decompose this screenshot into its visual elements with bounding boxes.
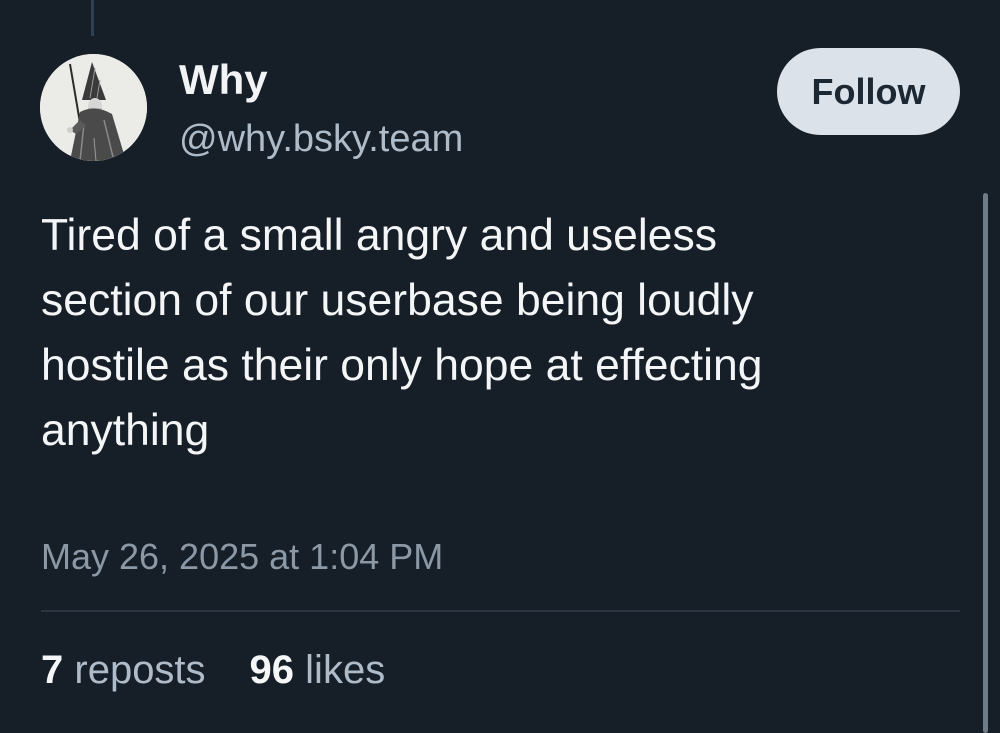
reposts-stat[interactable]: 7 reposts	[41, 645, 206, 695]
post-stats: 7 reposts 96 likes	[41, 645, 429, 695]
likes-label: likes	[305, 648, 386, 692]
likes-count: 96	[249, 648, 295, 692]
author-handle[interactable]: @why.bsky.team	[179, 115, 463, 163]
reposts-label: reposts	[74, 648, 206, 692]
avatar[interactable]	[40, 54, 147, 161]
scrollbar[interactable]	[983, 193, 988, 733]
wizard-avatar-icon	[40, 54, 147, 161]
likes-stat[interactable]: 96 likes	[250, 645, 386, 695]
post-text: Tired of a small angry and useless secti…	[41, 211, 763, 455]
author-display-name[interactable]: Why	[179, 54, 268, 106]
thread-connector-line	[91, 0, 94, 36]
follow-button[interactable]: Follow	[777, 48, 960, 135]
divider	[41, 610, 960, 612]
post-timestamp: May 26, 2025 at 1:04 PM	[41, 536, 444, 577]
reposts-count: 7	[41, 648, 64, 692]
